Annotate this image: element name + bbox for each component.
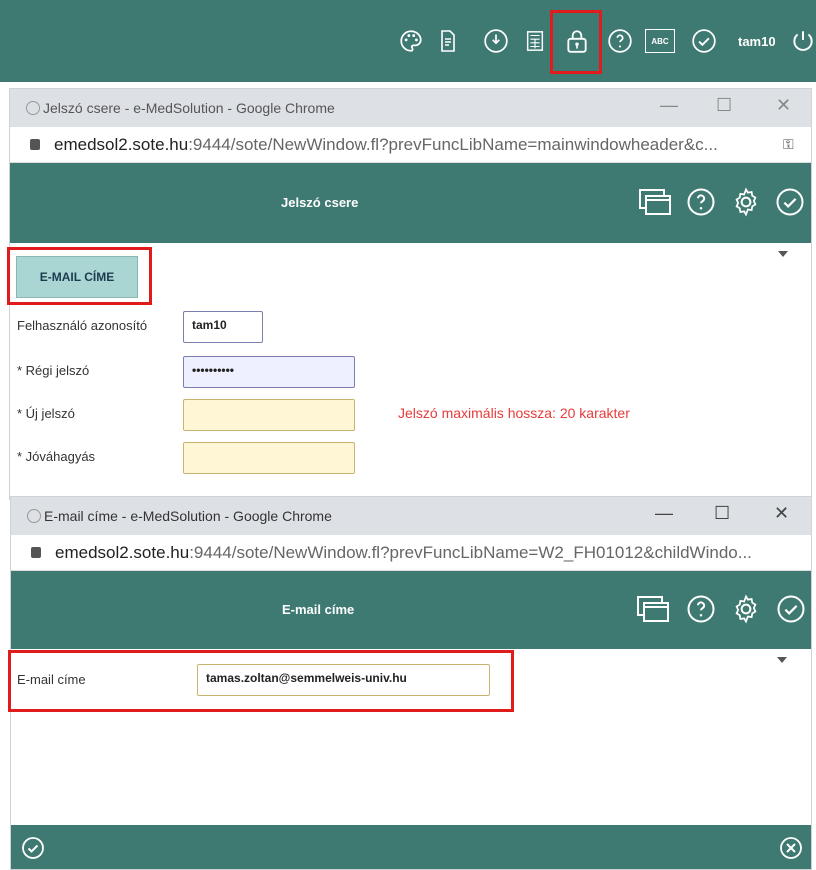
chrome-favicon-icon (27, 509, 41, 523)
username-label: tam10 (738, 34, 776, 49)
help-icon[interactable] (686, 187, 716, 222)
windows-icon[interactable] (636, 594, 670, 629)
chrome-favicon-icon (26, 101, 40, 115)
check-icon[interactable] (689, 26, 719, 56)
gear-icon[interactable] (731, 594, 761, 629)
old-password-label: * Régi jelszó (17, 363, 90, 378)
minimize-button[interactable]: — (655, 503, 673, 524)
old-password-field[interactable]: •••••••••• (183, 356, 355, 388)
pw-address-bar[interactable]: emedsol2.sote.hu:9444/sote/NewWindow.fl?… (10, 127, 811, 163)
document-icon[interactable] (433, 26, 463, 56)
spellcheck-icon[interactable]: ABC (644, 26, 676, 56)
pw-header-title: Jelszó csere (281, 195, 359, 210)
windows-icon[interactable] (638, 187, 672, 222)
email-button-highlight (7, 247, 152, 305)
close-button[interactable]: ✕ (774, 503, 789, 524)
email-header-title: E-mail címe (282, 602, 355, 617)
email-url: emedsol2.sote.hu:9444/sote/NewWindow.fl?… (55, 543, 752, 562)
confirm-password-label: * Jóváhagyás (17, 449, 96, 464)
new-password-field[interactable] (183, 399, 355, 431)
email-address-bar[interactable]: emedsol2.sote.hu:9444/sote/NewWindow.fl?… (11, 535, 811, 571)
palette-icon[interactable] (396, 26, 426, 56)
gear-icon[interactable] (731, 187, 761, 222)
check-icon[interactable] (776, 594, 806, 629)
password-length-error: Jelszó maximális hossza: 20 karakter (398, 405, 630, 421)
key-icon[interactable]: ⚿ (783, 136, 794, 153)
lock-highlight (550, 10, 602, 74)
email-window-title: E-mail címe - e-MedSolution - Google Chr… (44, 508, 332, 524)
user-id-label: Felhasználó azonosító (17, 318, 148, 333)
calculator-icon[interactable] (520, 26, 550, 56)
secure-lock-icon (31, 547, 41, 558)
pw-app-header: Jelszó csere (10, 163, 811, 243)
help-icon[interactable] (686, 594, 716, 629)
confirm-check-icon[interactable] (21, 836, 45, 865)
minimize-button[interactable]: — (660, 95, 678, 116)
email-app-header: E-mail címe (11, 571, 811, 649)
maximize-button[interactable]: ☐ (714, 503, 730, 524)
pw-window-titlebar: Jelszó csere - e-MedSolution - Google Ch… (10, 89, 811, 127)
collapse-caret-icon[interactable] (778, 251, 788, 257)
app-topbar: ABC tam10 (0, 0, 816, 82)
confirm-password-field[interactable] (183, 442, 355, 474)
power-icon[interactable] (790, 26, 816, 56)
email-footer-bar (11, 825, 811, 869)
check-icon[interactable] (775, 187, 805, 222)
maximize-button[interactable]: ☐ (716, 95, 732, 116)
user-id-field[interactable]: tam10 (183, 311, 263, 343)
new-password-label: * Új jelszó (17, 406, 75, 421)
cancel-x-icon[interactable] (779, 836, 803, 865)
pw-window-title: Jelszó csere - e-MedSolution - Google Ch… (43, 100, 335, 116)
secure-lock-icon (30, 139, 40, 150)
email-field-highlight (8, 650, 514, 712)
download-icon[interactable] (481, 26, 511, 56)
email-window-titlebar: E-mail címe - e-MedSolution - Google Chr… (11, 497, 811, 535)
pw-url: emedsol2.sote.hu:9444/sote/NewWindow.fl?… (54, 135, 718, 154)
collapse-caret-icon[interactable] (777, 657, 787, 663)
help-icon[interactable] (605, 26, 635, 56)
close-button[interactable]: ✕ (776, 95, 791, 116)
